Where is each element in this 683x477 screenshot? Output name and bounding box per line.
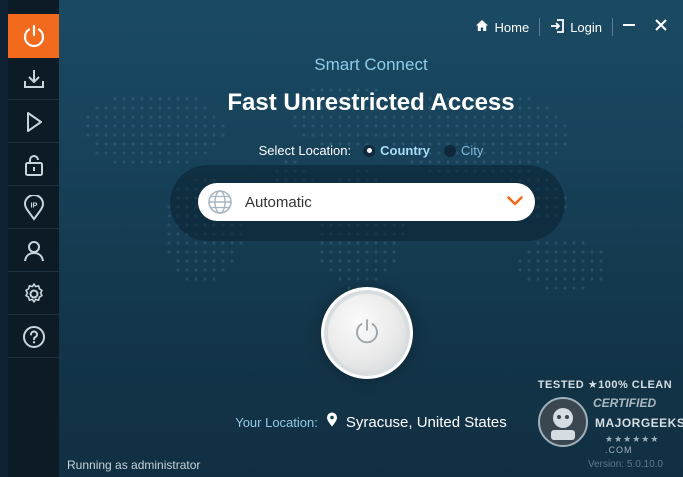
main-panel: Home Login Smart Connect Fast Unrestrict… [59, 0, 683, 477]
certified-seal-icon [538, 397, 588, 447]
city-radio-label: City [460, 143, 484, 158]
login-label: Login [570, 19, 602, 35]
globe-icon [207, 189, 233, 215]
location-dropdown[interactable]: Automatic [198, 183, 535, 221]
sidebar-item-account[interactable] [8, 230, 59, 272]
location-selector-row: Select Location: Country City [59, 143, 683, 158]
sidebar-item-security[interactable] [8, 144, 59, 186]
your-location-label: Your Location: [235, 414, 318, 430]
gear-icon [22, 282, 46, 306]
app-window: IP Home Login Smart Connect Fast Unrestr… [0, 0, 683, 477]
majorgeeks-watermark: TESTED ★100% CLEAN CERTIFIED MAJORGEEKS … [535, 376, 683, 456]
city-radio[interactable]: City [443, 143, 484, 158]
location-dropdown-value: Automatic [245, 193, 312, 211]
power-icon [21, 23, 47, 49]
home-icon [475, 19, 489, 35]
help-icon [22, 325, 46, 349]
chevron-down-icon [507, 193, 523, 211]
close-button[interactable] [645, 14, 677, 40]
sidebar-item-download[interactable] [8, 58, 59, 100]
connect-power-button[interactable] [324, 290, 410, 376]
sidebar-item-connect[interactable] [8, 14, 59, 58]
sidebar-item-play[interactable] [8, 101, 59, 143]
status-text: Running as administrator [67, 458, 201, 472]
select-location-label: Select Location: [258, 143, 352, 158]
sidebar-item-help[interactable] [8, 316, 59, 358]
country-radio-label: Country [380, 143, 430, 158]
version-text: Version: 5.0.10.0 [587, 459, 663, 470]
smart-connect-subtitle: Smart Connect [314, 55, 428, 74]
home-link[interactable]: Home [465, 19, 540, 35]
sidebar-item-ip[interactable]: IP [8, 187, 59, 229]
home-label: Home [494, 19, 530, 35]
top-bar: Home Login [465, 14, 683, 40]
svg-text:IP: IP [30, 200, 37, 209]
sidebar: IP [0, 0, 59, 477]
watermark-line4: ★★★★★★ .COM [605, 434, 660, 455]
watermark-line1: TESTED ★100% CLEAN [537, 379, 673, 391]
play-icon [22, 110, 46, 134]
login-icon [550, 18, 565, 36]
minimize-icon [622, 18, 636, 37]
ip-location-icon: IP [22, 194, 46, 221]
connect-power-button-face [328, 294, 406, 372]
watermark-line2: CERTIFIED [593, 396, 657, 410]
country-radio-dot [363, 144, 376, 157]
city-radio-dot [443, 144, 456, 157]
watermark-line3: MAJORGEEKS [595, 416, 683, 430]
user-icon [22, 239, 46, 263]
page-title: Fast Unrestricted Access [227, 89, 515, 116]
lock-icon [22, 153, 46, 177]
close-icon [654, 18, 668, 37]
sidebar-item-settings[interactable] [8, 273, 59, 315]
minimize-button[interactable] [613, 14, 645, 40]
download-icon [22, 67, 46, 91]
country-radio[interactable]: Country [363, 143, 430, 158]
login-link[interactable]: Login [540, 18, 612, 36]
your-location-value: Syracuse, United States [345, 413, 507, 431]
power-icon [353, 317, 381, 350]
map-pin-icon [326, 412, 338, 432]
